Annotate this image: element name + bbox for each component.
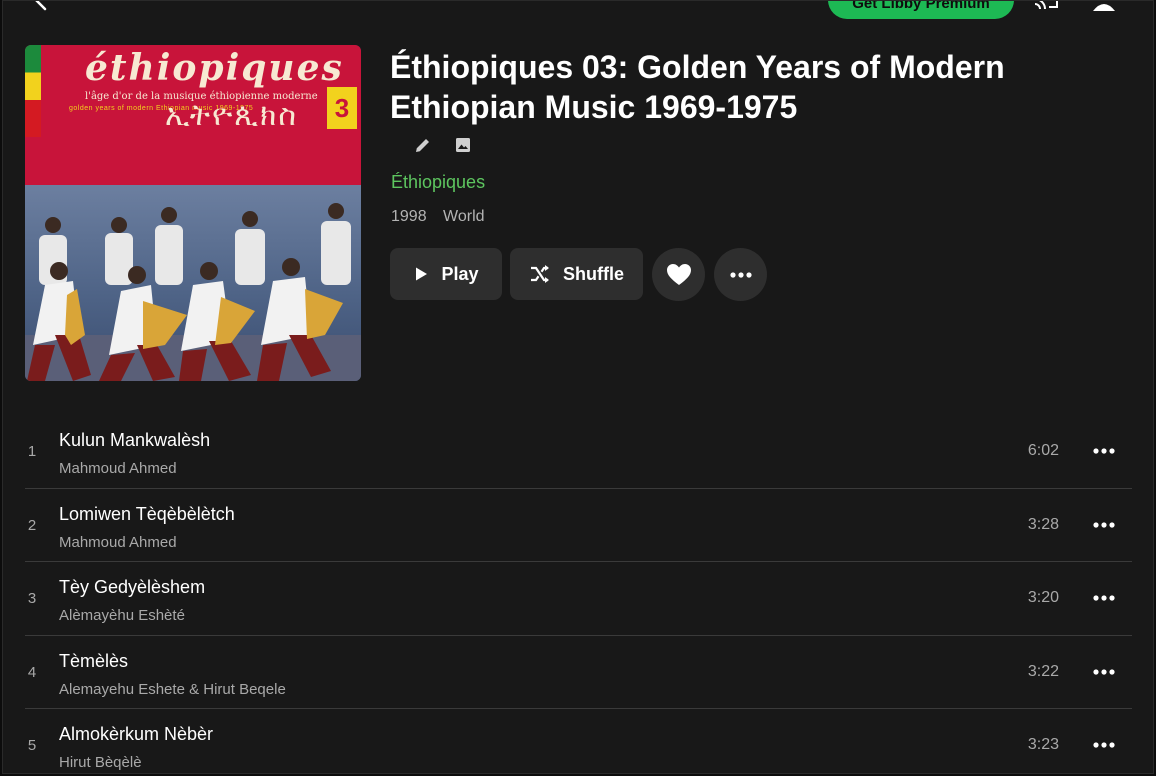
track-number: 2 (27, 516, 37, 534)
image-icon[interactable] (453, 135, 473, 155)
album-cover: éthiopiques l'âge d'or de la musique éth… (25, 45, 361, 381)
track-row[interactable]: 4 Tèmèlès Alemayehu Eshete & Hirut Beqel… (25, 636, 1132, 709)
album-meta: 1998 World (391, 208, 485, 226)
track-row[interactable]: 5 Almokèrkum Nèbèr Hirut Bèqèlè 3:23 (25, 709, 1132, 773)
track-duration: 3:23 (1027, 736, 1059, 753)
track-row[interactable]: 1 Kulun Mankwalèsh Mahmoud Ahmed 6:02 (25, 415, 1132, 489)
track-title[interactable]: Lomiwen Tèqèbèlètch (59, 504, 235, 525)
track-duration: 3:28 (1027, 515, 1059, 533)
more-vertical-icon[interactable] (1141, 0, 1154, 7)
account-icon[interactable] (1091, 0, 1117, 11)
track-number: 4 (27, 663, 37, 681)
track-artist[interactable]: Alemayehu Eshete & Hirut Beqele (59, 681, 286, 698)
track-more-icon[interactable] (1091, 588, 1117, 608)
track-artist[interactable]: Hirut Bèqèlè (59, 754, 142, 771)
pencil-edit-icon[interactable] (413, 135, 433, 155)
more-options-button[interactable] (714, 248, 767, 301)
track-more-icon[interactable] (1091, 515, 1117, 535)
track-row[interactable]: 2 Lomiwen Tèqèbèlètch Mahmoud Ahmed 3:28 (25, 489, 1132, 562)
artist-link[interactable]: Éthiopiques (391, 172, 485, 193)
genre-link[interactable]: World (443, 208, 485, 225)
get-premium-button[interactable]: Get Libby Premium (828, 1, 1014, 19)
track-duration: 3:22 (1027, 662, 1059, 680)
track-number: 1 (27, 443, 37, 460)
cover-title: éthiopiques (85, 47, 344, 89)
shuffle-button[interactable]: Shuffle (510, 248, 643, 300)
track-title[interactable]: Almokèrkum Nèbèr (59, 724, 213, 745)
play-button[interactable]: Play (390, 248, 502, 300)
album-title: Éthiopiques 03: Golden Years of Modern E… (390, 49, 1005, 125)
release-year: 1998 (391, 208, 427, 225)
cover-flag-strip (25, 45, 41, 137)
play-button-label: Play (441, 263, 479, 284)
app-window: Get Libby Premium éthiopiques l'âge d'or… (2, 0, 1154, 774)
track-number: 3 (27, 590, 37, 607)
track-duration: 3:20 (1027, 589, 1059, 606)
track-more-icon[interactable] (1091, 735, 1117, 755)
shuffle-button-label: Shuffle (563, 263, 624, 284)
more-horizontal-icon (729, 271, 752, 278)
band-illustration (25, 203, 361, 381)
track-duration: 6:02 (1027, 442, 1059, 459)
play-icon (416, 267, 428, 281)
track-artist[interactable]: Mahmoud Ahmed (59, 460, 177, 477)
cover-volume-number: 3 (327, 87, 357, 129)
cast-icon[interactable] (1033, 0, 1061, 11)
track-artist[interactable]: Mahmoud Ahmed (59, 534, 177, 551)
track-title[interactable]: Tèmèlès (59, 651, 128, 672)
back-arrow-icon[interactable] (31, 0, 51, 11)
shuffle-icon (531, 265, 549, 283)
track-title[interactable]: Tèy Gedyèlèshem (59, 577, 205, 598)
track-more-icon[interactable] (1091, 662, 1117, 682)
favorite-button[interactable] (652, 248, 705, 301)
cover-amharic-script: ኢትዮጲክስ (165, 99, 298, 132)
track-more-icon[interactable] (1091, 441, 1117, 461)
cover-photo-saxophonists (25, 185, 361, 381)
heart-icon (666, 263, 691, 285)
track-row[interactable]: 3 Tèy Gedyèlèshem Alèmayèhu Eshèté 3:20 (25, 562, 1132, 636)
track-title[interactable]: Kulun Mankwalèsh (59, 430, 210, 451)
track-artist[interactable]: Alèmayèhu Eshèté (59, 607, 185, 624)
track-number: 5 (27, 737, 37, 754)
track-list: 1 Kulun Mankwalèsh Mahmoud Ahmed 6:02 2 … (25, 415, 1132, 773)
